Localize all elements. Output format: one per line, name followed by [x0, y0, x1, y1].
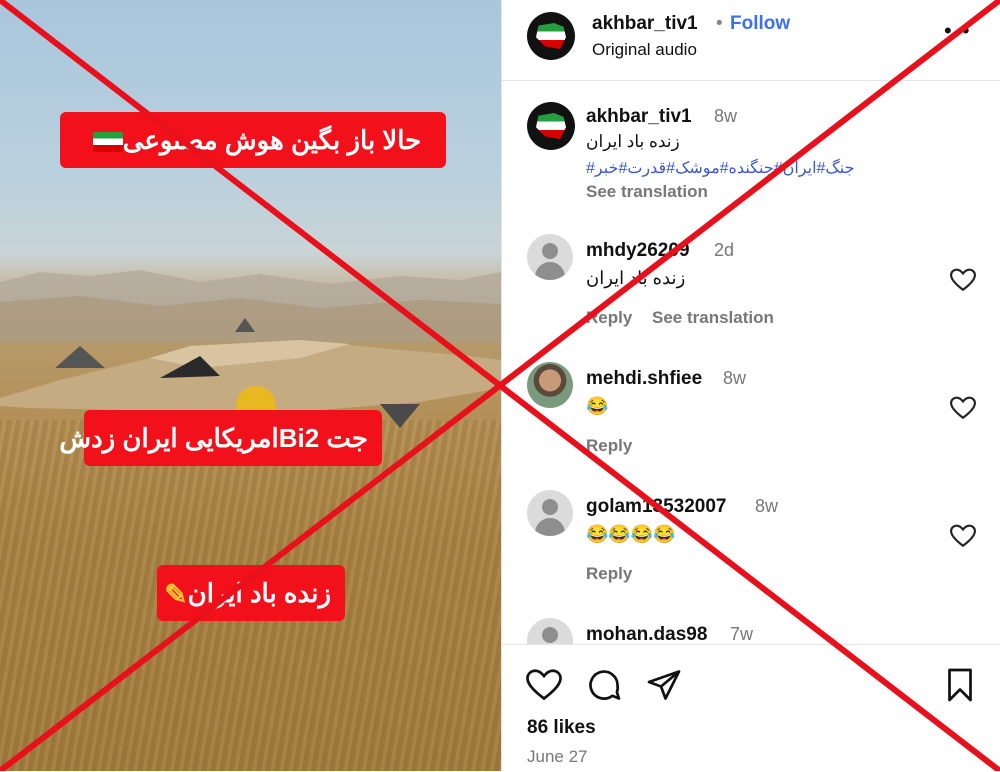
comment-item: golam13532007 8w 😂😂😂😂 Reply: [502, 490, 1000, 610]
comment-text: 😂😂😂😂: [586, 524, 676, 544]
user-photo-avatar[interactable]: [527, 362, 573, 408]
screenshot-root: حالا باز بگین هوش مصنوعی جت Bi2امریکایی …: [0, 0, 1000, 772]
see-translation-button[interactable]: See translation: [586, 182, 708, 202]
comment-item: mohan.das98 7w: [502, 618, 1000, 644]
header-username[interactable]: akhbar_tiv1: [592, 13, 698, 35]
comment-bubble-icon[interactable]: [586, 667, 622, 703]
comment-username[interactable]: mhdy26209: [586, 240, 690, 262]
default-avatar-icon[interactable]: [527, 618, 573, 644]
separator-dot: •: [716, 13, 723, 34]
caption-long-live-iran: زنده باد ایران✎: [157, 565, 345, 621]
like-heart-icon[interactable]: [526, 667, 562, 703]
like-heart-icon[interactable]: [950, 524, 976, 548]
likes-count[interactable]: 86 likes: [527, 717, 596, 739]
share-send-icon[interactable]: [646, 667, 682, 703]
caption-ai-now: حالا باز بگین هوش مصنوعی: [60, 112, 446, 168]
comment-username[interactable]: golam13532007: [586, 496, 727, 518]
caption-username[interactable]: akhbar_tiv1: [586, 106, 692, 128]
caption-text: حالا باز بگین هوش مصنوعی: [122, 125, 422, 155]
more-options-icon[interactable]: • •: [944, 18, 972, 44]
reply-button[interactable]: Reply: [586, 436, 632, 456]
comment-username[interactable]: mehdi.shfiee: [586, 368, 702, 390]
bookmark-save-icon[interactable]: [942, 667, 978, 703]
reply-button[interactable]: Reply: [586, 564, 632, 584]
iran-map-icon: [536, 113, 566, 139]
comment-item: mhdy26209 2d زنده باد ایران Reply See tr…: [502, 234, 1000, 354]
comment-time: 7w: [730, 624, 754, 644]
hashtags-link[interactable]: جنگ#ایران#جنگنده#موشک#قدرت#خبر#: [586, 158, 854, 178]
comment-text: 😂: [586, 396, 609, 416]
caption-time: 8w: [714, 106, 738, 126]
caption-text: جت Bi2امریکایی ایران زدش: [59, 423, 368, 453]
iran-flag-icon: [92, 132, 123, 153]
profile-avatar[interactable]: [527, 12, 575, 60]
caption-text: زنده باد ایران: [187, 578, 331, 608]
post-video[interactable]: حالا باز بگین هوش مصنوعی جت Bi2امریکایی …: [0, 0, 501, 771]
reply-button[interactable]: Reply: [586, 308, 632, 328]
comment-time: 8w: [723, 368, 747, 388]
follow-button[interactable]: Follow: [730, 13, 790, 35]
comment-time: 8w: [755, 496, 779, 516]
caption-avatar[interactable]: [527, 102, 575, 150]
see-translation-button[interactable]: See translation: [652, 308, 774, 328]
comment-username[interactable]: mohan.das98: [586, 624, 707, 644]
post-actions-bar: 86 likes June 27: [502, 644, 1000, 772]
flexed-biceps-icon: ✎: [164, 579, 188, 611]
iran-map-icon: [536, 23, 566, 49]
post-header: akhbar_tiv1 • Follow Original audio • •: [502, 0, 1000, 81]
post-date: June 27: [527, 747, 588, 766]
default-avatar-icon[interactable]: [527, 234, 573, 280]
like-heart-icon[interactable]: [950, 268, 976, 292]
default-avatar-icon[interactable]: [527, 490, 573, 536]
post-side-panel: akhbar_tiv1 • Follow Original audio • • …: [501, 0, 1000, 772]
audio-link[interactable]: Original audio: [592, 40, 697, 60]
caption-text: زنده باد ایران: [586, 132, 680, 151]
comment-time: 2d: [714, 240, 735, 260]
like-heart-icon[interactable]: [950, 396, 976, 420]
comment-item: mehdi.shfiee 8w 😂 Reply: [502, 362, 1000, 482]
caption-jet-shot-down: جت Bi2امریکایی ایران زدش: [59, 410, 382, 466]
comment-text: زنده باد ایران: [586, 268, 686, 288]
